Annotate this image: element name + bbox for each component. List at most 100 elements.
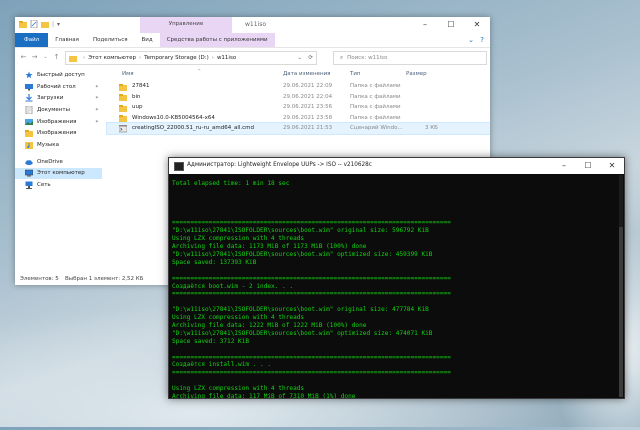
console-titlebar: Администратор: Lightweight Envelope UUPs… xyxy=(169,158,624,174)
folder-icon xyxy=(119,114,127,122)
item-count: Элементов: 5 xyxy=(20,276,59,282)
sidebar-item[interactable]: Изображения xyxy=(15,127,102,139)
column-date[interactable]: Дата изменения xyxy=(283,71,330,77)
console-line: ========================================… xyxy=(172,219,451,227)
file-name: uup xyxy=(132,104,143,110)
console-window: Администратор: Lightweight Envelope UUPs… xyxy=(168,157,625,399)
sidebar-item-label: Этот компьютер xyxy=(37,170,85,177)
tab-file[interactable]: Файл xyxy=(15,33,49,47)
sidebar-item[interactable]: Музыка xyxy=(15,139,102,151)
sidebar-item[interactable]: Загрузки ✦ xyxy=(15,92,102,104)
sidebar-item-label: Документы xyxy=(37,106,70,113)
close-button[interactable]: ✕ xyxy=(600,158,624,174)
sidebar-item[interactable]: Быстрый доступ xyxy=(15,69,102,81)
file-type: Папка с файлами xyxy=(350,83,401,89)
address-dropdown-icon[interactable]: ⌄ xyxy=(297,55,302,61)
console-line: "D:\w11iso\27841\ISOFOLDER\sources\boot.… xyxy=(172,329,433,337)
file-type: Папка с файлами xyxy=(350,104,401,110)
table-row[interactable]: creatingISO_22000.51_ru-ru_amd64_all.cmd… xyxy=(106,122,490,135)
refresh-icon[interactable]: ⟳ xyxy=(308,55,313,61)
tab-app-tools[interactable]: Средства работы с приложениями xyxy=(159,33,275,47)
search-input[interactable]: ⌕ Поиск: w11iso xyxy=(333,51,487,65)
sidebar-item[interactable]: OneDrive xyxy=(15,156,102,168)
table-row[interactable]: Windows10.0-KB5004564-x64 29.06.2021 23:5… xyxy=(107,113,490,124)
music-icon xyxy=(25,141,33,149)
breadcrumb-computer[interactable]: Этот компьютер xyxy=(88,55,136,61)
scrollbar-thumb[interactable] xyxy=(619,227,623,397)
pin-icon: ✦ xyxy=(94,106,99,113)
file-rows: 27841 29.06.2021 22:09 Папка с файлами bin 2… xyxy=(106,81,490,135)
file-date: 29.06.2021 22:09 xyxy=(283,83,333,89)
address-bar[interactable]: › Этот компьютер › Temporary Storage (D:… xyxy=(65,51,317,65)
tab-home[interactable]: Главная xyxy=(48,33,86,47)
tab-view[interactable]: Вид xyxy=(135,33,160,47)
table-row[interactable]: 27841 29.06.2021 22:09 Папка с файлами xyxy=(107,81,490,92)
console-line: "D:\w11iso\27841\ISOFOLDER\sources\boot.… xyxy=(172,251,433,259)
star-icon xyxy=(25,71,33,79)
sidebar-item[interactable]: Этот компьютер xyxy=(15,167,102,180)
column-size[interactable]: Размер xyxy=(406,71,427,77)
console-line: "D:\w11iso\27841\ISOFOLDER\sources\boot.… xyxy=(172,306,429,314)
column-name[interactable]: Имя xyxy=(122,71,134,77)
console-output: Total elapsed time: 1 min 18 sec ========… xyxy=(172,180,618,398)
console-line: "D:\w11iso\27841\ISOFOLDER\sources\boot.… xyxy=(172,227,429,235)
breadcrumb-drive[interactable]: Temporary Storage (D:) xyxy=(144,55,209,61)
file-date: 29.06.2021 22:04 xyxy=(283,93,333,100)
console-line: Создаётся boot.wim - 2 index. . . xyxy=(172,282,294,290)
console-line: Space saved: 3712 KiB xyxy=(172,337,250,345)
sidebar-item[interactable]: Сеть xyxy=(15,179,102,191)
minimize-button[interactable]: – xyxy=(552,158,576,174)
console-line: ========================================… xyxy=(172,353,451,361)
chevron-right-icon: › xyxy=(211,55,214,61)
console-scrollbar[interactable] xyxy=(619,175,623,397)
selection-info: Выбран 1 элемент: 2,52 КБ xyxy=(65,276,144,282)
file-list-header: Имя ⌃ Дата изменения Тип Размер xyxy=(107,69,490,81)
table-row[interactable]: uup 29.06.2021 23:56 Папка с файлами xyxy=(107,102,490,113)
image-icon xyxy=(25,118,33,126)
back-icon[interactable]: ← xyxy=(18,53,29,61)
ribbon-tabs: Файл Главная Поделиться Вид Средства раб… xyxy=(15,33,490,48)
properties-icon[interactable] xyxy=(30,20,38,28)
sidebar-item[interactable]: Изображения ✦ xyxy=(15,116,102,128)
console-line: Using LZX compression with 4 threads xyxy=(172,235,305,243)
chevron-down-icon[interactable]: ▾ xyxy=(57,21,60,28)
column-type[interactable]: Тип xyxy=(350,71,361,77)
console-line: Создаётся install.wim . . . xyxy=(172,361,272,369)
maximize-button[interactable]: ☐ xyxy=(576,158,600,174)
sidebar-item-label: Сеть xyxy=(37,182,51,189)
folder-icon xyxy=(119,83,127,91)
sidebar-item-label: Рабочий стол xyxy=(37,83,76,90)
console-line: Total elapsed time: 1 min 18 sec xyxy=(172,180,290,187)
maximize-button[interactable]: ☐ xyxy=(438,17,464,33)
navigation-pane: Быстрый доступ Рабочий стол ✦ Загрузки ✦ Доку… xyxy=(15,69,102,269)
sidebar-item[interactable]: Документы ✦ xyxy=(15,104,102,116)
console-line: Using LZX compression with 4 threads xyxy=(172,314,305,322)
sidebar-item[interactable]: Рабочий стол ✦ xyxy=(15,81,102,93)
chevron-down-icon[interactable]: ⌄ xyxy=(468,36,474,44)
table-row[interactable]: bin 29.06.2021 22:04 Папка с файлами xyxy=(107,92,490,103)
folder-icon xyxy=(119,104,127,112)
forward-icon[interactable]: → xyxy=(29,53,40,61)
chevron-down-icon[interactable]: ⌄ xyxy=(40,54,51,60)
sort-up-icon: ⌃ xyxy=(197,69,202,75)
sidebar-item-label: Изображения xyxy=(37,130,77,137)
new-folder-icon[interactable] xyxy=(41,20,49,28)
console-line: Archiving file data: 1173 MiB of 1173 Mi… xyxy=(172,243,367,251)
sidebar-item-label: Загрузки xyxy=(37,95,64,102)
console-window-controls: – ☐ ✕ xyxy=(552,158,624,174)
folder-icon xyxy=(119,93,127,101)
up-icon[interactable]: ↑ xyxy=(51,53,62,61)
minimize-button[interactable]: – xyxy=(412,17,438,33)
close-button[interactable]: ✕ xyxy=(464,17,490,33)
tab-share[interactable]: Поделиться xyxy=(86,33,135,47)
folder-icon xyxy=(25,129,33,138)
help-icon[interactable]: ? xyxy=(480,36,484,44)
console-line: ========================================… xyxy=(172,274,451,282)
document-icon xyxy=(25,105,33,115)
breadcrumb-folder[interactable]: w11iso xyxy=(217,55,236,61)
ribbon-right-controls: ⌄ ? xyxy=(468,36,484,44)
